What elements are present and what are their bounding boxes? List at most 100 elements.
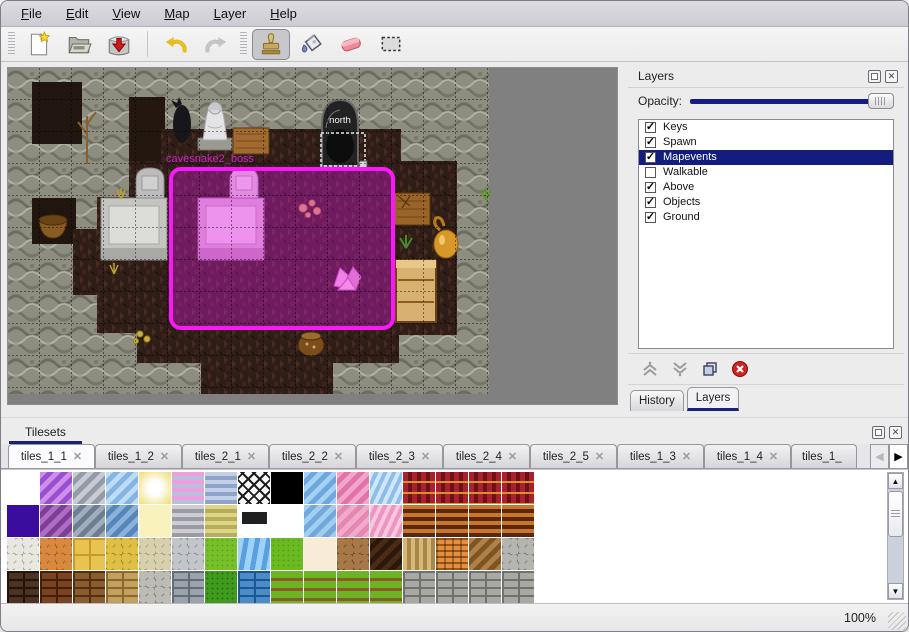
stamp-tool-button[interactable]: [252, 29, 290, 60]
menu-item-edit[interactable]: Edit: [54, 2, 100, 25]
eraser-tool-button[interactable]: [332, 29, 370, 60]
dock-tab-history[interactable]: History: [630, 390, 684, 411]
float-panel-icon[interactable]: [868, 70, 881, 83]
dock-splitter[interactable]: [618, 62, 628, 411]
layer-checkbox-objects[interactable]: ✓: [645, 197, 656, 208]
palette-tile[interactable]: [139, 505, 171, 537]
scroll-tabs-right-icon[interactable]: ▶: [889, 444, 908, 468]
tileset-tab-tiles_1_3[interactable]: tiles_1_3✕: [617, 444, 704, 468]
scroll-tabs-left-icon[interactable]: ◀: [870, 444, 889, 468]
palette-tile[interactable]: [139, 571, 171, 603]
scrollbar-track[interactable]: [888, 489, 903, 583]
palette-tile[interactable]: [73, 505, 105, 537]
close-tab-icon[interactable]: ✕: [160, 450, 169, 463]
scrollbar-thumb[interactable]: [888, 491, 903, 537]
palette-tile[interactable]: [238, 472, 270, 504]
lower-layer-button[interactable]: [670, 359, 690, 379]
palette-tile[interactable]: [469, 538, 501, 570]
palette-tile[interactable]: [271, 505, 303, 537]
palette-tile[interactable]: [73, 472, 105, 504]
palette-tile[interactable]: [40, 538, 72, 570]
tileset-tab-tiles_1_4[interactable]: tiles_1_4✕: [704, 444, 791, 468]
palette-tile[interactable]: [403, 505, 435, 537]
palette-tile[interactable]: [106, 472, 138, 504]
palette-tile[interactable]: [238, 571, 270, 603]
palette-tile[interactable]: [304, 505, 336, 537]
palette-tile[interactable]: [7, 472, 39, 504]
menu-item-layer[interactable]: Layer: [202, 2, 259, 25]
map-canvas[interactable]: north: [7, 67, 618, 405]
layer-row-keys[interactable]: ✓Keys: [639, 120, 893, 135]
palette-tile[interactable]: [7, 505, 39, 537]
palette-tile[interactable]: [469, 571, 501, 603]
palette-tile[interactable]: [436, 571, 468, 603]
palette-tile[interactable]: [106, 571, 138, 603]
palette-tile[interactable]: [106, 505, 138, 537]
palette-tile[interactable]: [502, 472, 534, 504]
scroll-down-icon[interactable]: ▼: [888, 583, 903, 599]
palette-tile[interactable]: [370, 472, 402, 504]
palette-tile[interactable]: [502, 571, 534, 603]
palette-tile[interactable]: [106, 538, 138, 570]
layer-row-above[interactable]: ✓Above: [639, 180, 893, 195]
tileset-tab-tiles_1_2[interactable]: tiles_1_2✕: [95, 444, 182, 468]
close-tilesets-icon[interactable]: ✕: [889, 426, 902, 439]
palette-tile[interactable]: [139, 472, 171, 504]
palette-tile[interactable]: [172, 505, 204, 537]
tileset-tab-tiles_1[interactable]: tiles_1_: [791, 444, 857, 468]
palette-tile[interactable]: [436, 472, 468, 504]
palette-tile[interactable]: [436, 505, 468, 537]
palette-tile[interactable]: [403, 472, 435, 504]
close-tab-icon[interactable]: ✕: [421, 450, 430, 463]
palette-tile[interactable]: [7, 538, 39, 570]
palette-tile[interactable]: [73, 571, 105, 603]
palette-tile[interactable]: [370, 571, 402, 603]
palette-tile[interactable]: [304, 571, 336, 603]
toolbar-drag-handle-2[interactable]: [240, 32, 247, 56]
close-tab-icon[interactable]: ✕: [682, 450, 691, 463]
palette-tile[interactable]: [271, 571, 303, 603]
palette-tile[interactable]: [40, 472, 72, 504]
palette-tile[interactable]: [304, 472, 336, 504]
palette-tile[interactable]: [40, 571, 72, 603]
layer-row-mapevents[interactable]: ✓Mapevents: [639, 150, 893, 165]
layer-row-walkable[interactable]: Walkable: [639, 165, 893, 180]
palette-tile[interactable]: [337, 505, 369, 537]
opacity-slider[interactable]: [690, 93, 894, 109]
close-panel-icon[interactable]: ✕: [885, 70, 898, 83]
toolbar-drag-handle[interactable]: [8, 32, 15, 56]
resize-grip[interactable]: [888, 612, 906, 630]
layer-checkbox-mapevents[interactable]: ✓: [645, 152, 656, 163]
close-tab-icon[interactable]: ✕: [73, 450, 82, 463]
opacity-slider-handle[interactable]: [868, 93, 894, 109]
tile-palette[interactable]: ▲ ▼: [1, 469, 908, 603]
fill-tool-button[interactable]: [292, 29, 330, 60]
new-file-button[interactable]: [20, 29, 58, 60]
tileset-tab-tiles_1_1[interactable]: tiles_1_1✕: [8, 444, 95, 468]
palette-tile[interactable]: [205, 472, 237, 504]
dock-tab-layers[interactable]: Layers: [687, 387, 740, 411]
duplicate-layer-button[interactable]: [700, 359, 720, 379]
palette-tile[interactable]: [502, 538, 534, 570]
palette-tile[interactable]: [304, 538, 336, 570]
close-tab-icon[interactable]: ✕: [334, 450, 343, 463]
palette-tile[interactable]: [436, 538, 468, 570]
palette-tile[interactable]: [40, 505, 72, 537]
palette-tile[interactable]: [337, 538, 369, 570]
tileset-tab-tiles_2_2[interactable]: tiles_2_2✕: [269, 444, 356, 468]
layer-row-ground[interactable]: ✓Ground: [639, 210, 893, 225]
raise-layer-button[interactable]: [640, 359, 660, 379]
delete-layer-button[interactable]: [730, 359, 750, 379]
menu-item-help[interactable]: Help: [258, 2, 309, 25]
layer-checkbox-above[interactable]: ✓: [645, 182, 656, 193]
palette-tile[interactable]: [337, 472, 369, 504]
tileset-tab-tiles_2_3[interactable]: tiles_2_3✕: [356, 444, 443, 468]
palette-tile[interactable]: [403, 571, 435, 603]
palette-tile[interactable]: [205, 538, 237, 570]
layer-checkbox-keys[interactable]: ✓: [645, 122, 656, 133]
tileset-tab-tiles_2_1[interactable]: tiles_2_1✕: [182, 444, 269, 468]
menu-item-view[interactable]: View: [100, 2, 152, 25]
open-file-button[interactable]: [60, 29, 98, 60]
close-tab-icon[interactable]: ✕: [769, 450, 778, 463]
palette-tile[interactable]: [238, 538, 270, 570]
